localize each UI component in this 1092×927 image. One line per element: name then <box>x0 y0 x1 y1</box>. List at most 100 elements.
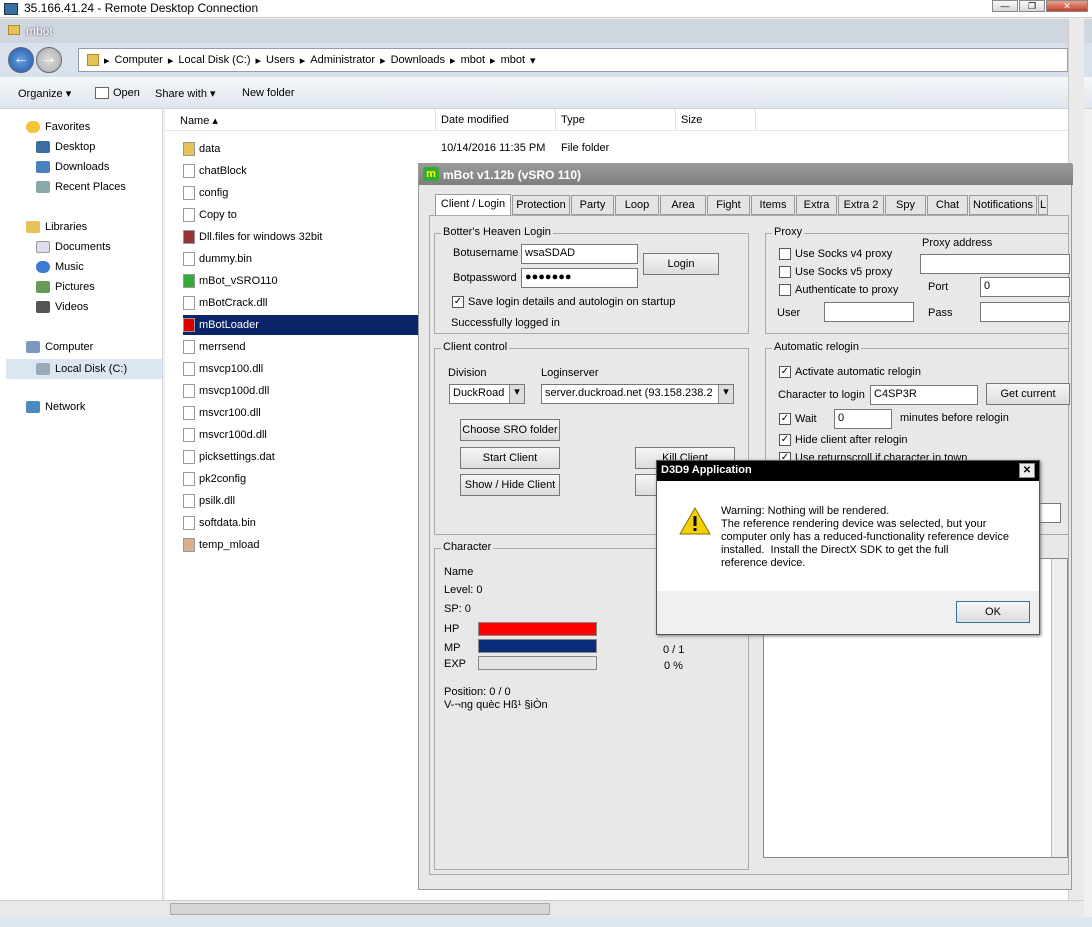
nav-desktop[interactable]: Desktop <box>36 141 95 153</box>
restore-icon[interactable]: ❐ <box>1019 0 1045 12</box>
file-item[interactable]: msvcr100d.dll <box>183 425 418 445</box>
tab-l[interactable]: L <box>1038 195 1048 215</box>
tab-extra[interactable]: Extra <box>796 195 837 215</box>
column-name[interactable]: Name ▴ <box>180 114 218 127</box>
minimize-icon[interactable]: — <box>992 0 1018 12</box>
choose-sro-folder-button[interactable]: Choose SRO folder <box>460 419 560 441</box>
botusername-input[interactable]: wsaSDAD <box>521 244 638 264</box>
tab-protection[interactable]: Protection <box>512 195 570 215</box>
socks5-checkbox[interactable] <box>779 266 791 278</box>
nav-local-disk[interactable]: Local Disk (C:) <box>6 359 162 379</box>
log-scrollbar[interactable] <box>1051 559 1067 857</box>
tab-loop[interactable]: Loop <box>615 195 659 215</box>
breadcrumb-item[interactable]: Local Disk (C:) <box>178 54 250 66</box>
file-item[interactable]: chatBlock <box>183 161 418 181</box>
file-item[interactable]: pk2config <box>183 469 418 489</box>
file-item[interactable]: Copy to <box>183 205 418 225</box>
wait-minutes-input[interactable]: 0 <box>834 409 892 429</box>
loginserver-select[interactable]: server.duckroad.net (93.158.238.2 ▾ <box>541 384 734 404</box>
tab-chat[interactable]: Chat <box>927 195 968 215</box>
file-item[interactable]: config <box>183 183 418 203</box>
botpassword-input[interactable]: ●●●●●●● <box>521 268 638 288</box>
activate-relogin-checkbox[interactable]: ✓ <box>779 366 791 378</box>
file-icon <box>183 406 195 420</box>
nav-downloads[interactable]: Downloads <box>36 161 109 173</box>
file-item[interactable]: Dll.files for windows 32bit <box>183 227 418 247</box>
character-to-login-label: Character to login <box>778 389 865 401</box>
back-button[interactable]: ← <box>8 47 34 73</box>
column-size[interactable]: Size <box>681 114 702 126</box>
breadcrumb-item[interactable]: mbot <box>461 54 485 66</box>
file-item[interactable]: dummy.bin <box>183 249 418 269</box>
show-hide-client-button[interactable]: Show / Hide Client <box>460 474 560 496</box>
scroll-thumb[interactable] <box>170 903 550 915</box>
nav-favorites[interactable]: Favorites <box>26 121 90 133</box>
close-icon[interactable]: ✕ <box>1046 0 1088 12</box>
file-item[interactable]: mBot_vSRO110 <box>183 271 418 291</box>
breadcrumb-item[interactable]: Downloads <box>391 54 445 66</box>
file-icon <box>183 340 195 354</box>
column-type[interactable]: Type <box>561 114 585 126</box>
proxy-user-input[interactable] <box>824 302 914 322</box>
proxy-address-input[interactable] <box>920 254 1070 274</box>
breadcrumb-item[interactable]: mbot <box>501 54 525 66</box>
tab-fight[interactable]: Fight <box>707 195 750 215</box>
nav-libraries[interactable]: Libraries <box>26 221 87 233</box>
socks4-checkbox[interactable] <box>779 248 791 260</box>
organize-button[interactable]: Organize ▾ <box>18 87 71 100</box>
division-select[interactable]: DuckRoad ▾ <box>449 384 525 404</box>
nav-recent-places[interactable]: Recent Places <box>36 181 126 193</box>
disk-icon <box>36 363 50 375</box>
new-folder-button[interactable]: New folder <box>242 87 295 99</box>
character-sp: SP: 0 <box>444 603 471 615</box>
nav-documents[interactable]: Documents <box>36 241 111 253</box>
proxy-pass-input[interactable] <box>980 302 1070 322</box>
file-item[interactable]: msvcp100d.dll <box>183 381 418 401</box>
nav-network[interactable]: Network <box>26 401 85 413</box>
auth-proxy-checkbox[interactable] <box>779 284 791 296</box>
tab-notifications[interactable]: Notifications <box>969 195 1037 215</box>
tab-spy[interactable]: Spy <box>885 195 926 215</box>
forward-button[interactable]: → <box>36 47 62 73</box>
character-to-login-input[interactable]: C4SP3R <box>870 385 978 405</box>
wait-checkbox[interactable]: ✓ <box>779 413 791 425</box>
close-icon[interactable]: ✕ <box>1019 463 1035 478</box>
file-item[interactable]: softdata.bin <box>183 513 418 533</box>
start-client-button[interactable]: Start Client <box>460 447 560 469</box>
file-item[interactable]: mBotCrack.dll <box>183 293 418 313</box>
tab-area[interactable]: Area <box>660 195 706 215</box>
hide-client-checkbox[interactable]: ✓ <box>779 434 791 446</box>
file-icon <box>183 164 195 178</box>
file-item[interactable]: psilk.dll <box>183 491 418 511</box>
open-icon <box>95 87 109 99</box>
tab-party[interactable]: Party <box>571 195 614 215</box>
breadcrumb-item[interactable]: Users <box>266 54 295 66</box>
tab-client-login[interactable]: Client / Login <box>435 194 511 216</box>
ok-button[interactable]: OK <box>956 601 1030 623</box>
tab-items[interactable]: Items <box>751 195 795 215</box>
horizontal-scrollbar[interactable] <box>0 900 1084 917</box>
get-current-button[interactable]: Get current <box>986 383 1070 405</box>
file-item[interactable]: merrsend <box>183 337 418 357</box>
nav-pictures[interactable]: Pictures <box>36 281 95 293</box>
breadcrumb-item[interactable]: Administrator <box>310 54 375 66</box>
save-login-checkbox[interactable]: ✓ <box>452 296 464 308</box>
login-button[interactable]: Login <box>643 253 719 275</box>
port-input[interactable]: 0 <box>980 277 1070 297</box>
file-item[interactable]: picksettings.dat <box>183 447 418 467</box>
nav-videos[interactable]: Videos <box>36 301 88 313</box>
breadcrumb[interactable]: ▸ Computer ▸ Local Disk (C:) ▸ Users ▸ Admi… <box>78 48 1068 72</box>
data-date: 10/14/2016 11:35 PM <box>441 142 546 154</box>
nav-computer[interactable]: Computer <box>26 341 93 353</box>
file-item[interactable]: temp_mload <box>183 535 418 555</box>
file-item[interactable]: msvcr100.dll <box>183 403 418 423</box>
nav-music[interactable]: Music <box>36 261 84 273</box>
share-with-button[interactable]: Share with ▾ <box>155 87 216 100</box>
breadcrumb-item[interactable]: Computer <box>115 54 163 66</box>
file-item[interactable]: mBotLoader <box>183 315 418 335</box>
file-item[interactable]: data <box>183 139 418 159</box>
column-date[interactable]: Date modified <box>441 114 509 126</box>
tab-extra-2[interactable]: Extra 2 <box>838 195 884 215</box>
open-button[interactable]: Open <box>113 87 140 99</box>
file-item[interactable]: msvcp100.dll <box>183 359 418 379</box>
